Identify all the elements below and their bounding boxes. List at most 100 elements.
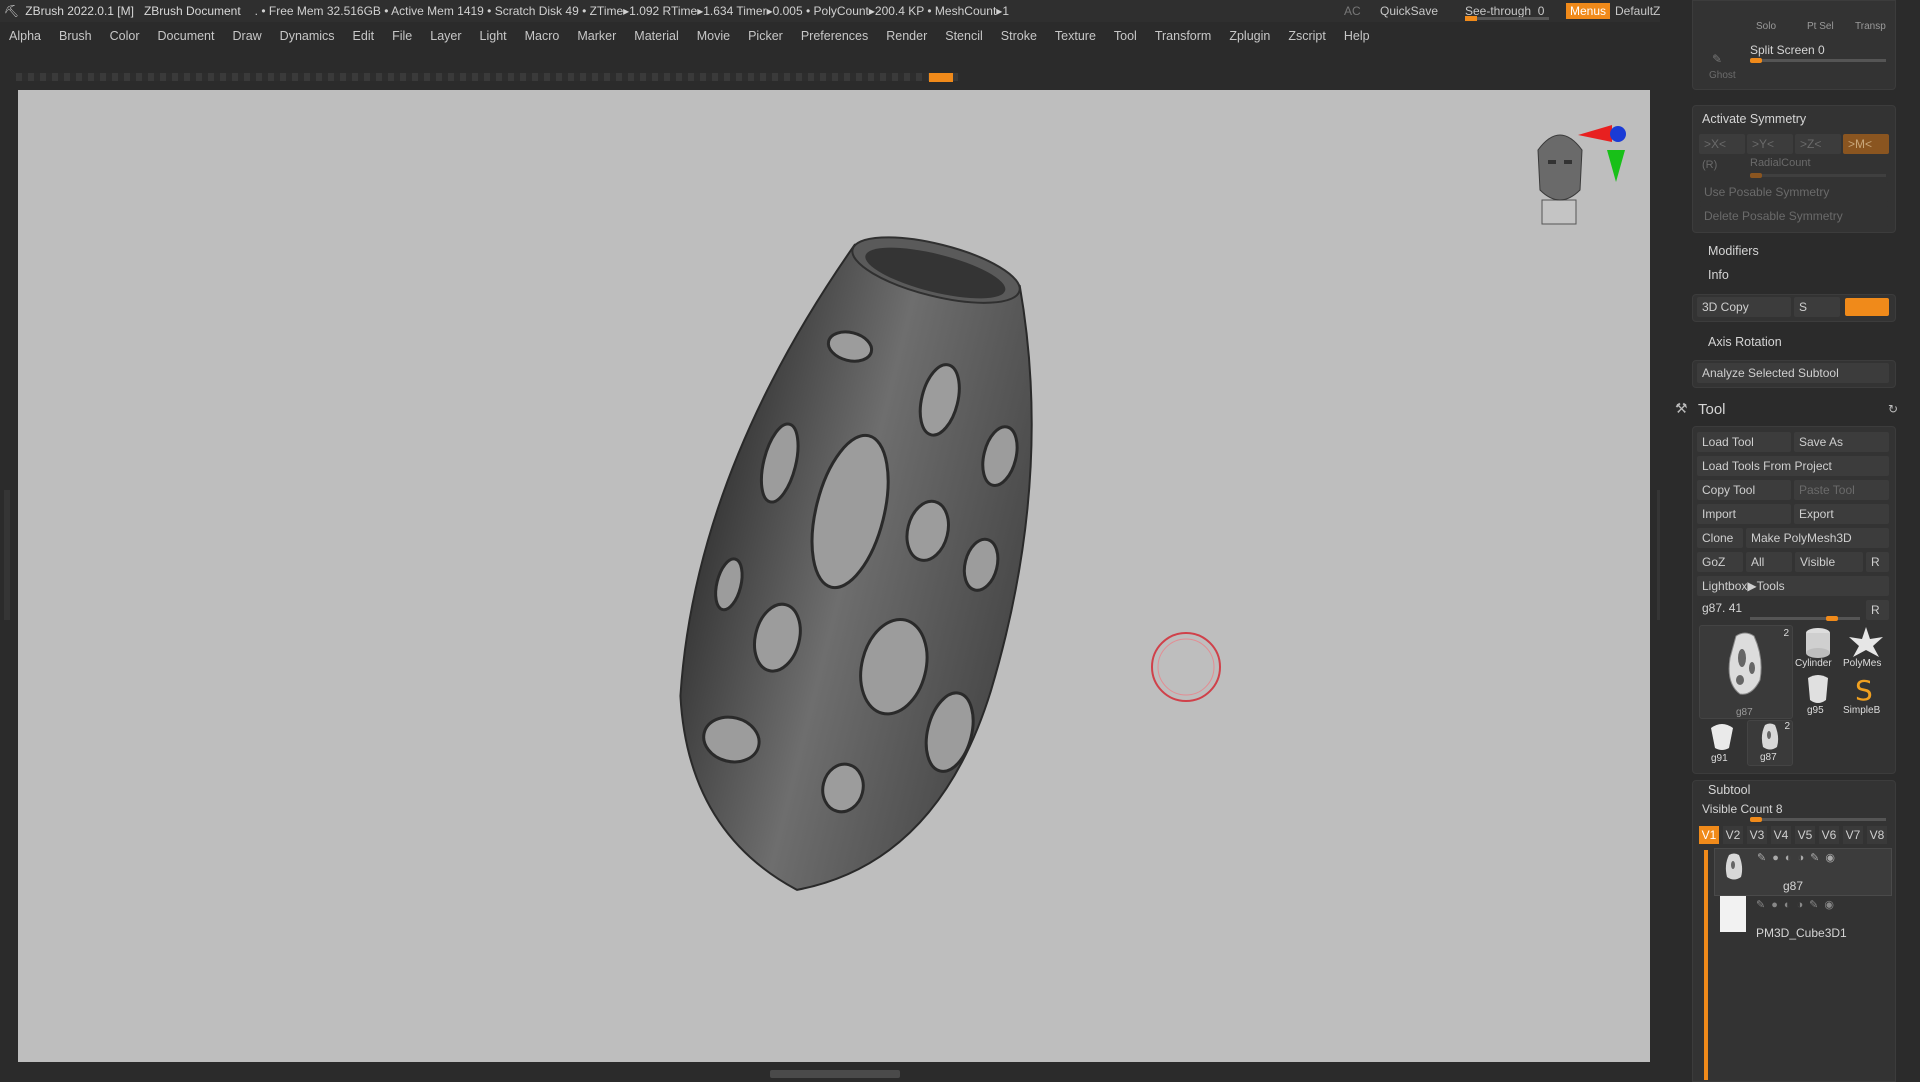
left-tray-handle[interactable] [4,490,10,620]
menu-draw[interactable]: Draw [224,29,271,43]
see-through-slider[interactable]: See-through 0 [1465,0,1555,22]
menu-picker[interactable]: Picker [739,29,792,43]
solo-button[interactable]: Solo [1756,21,1776,32]
goz-button[interactable]: GoZ [1697,552,1743,572]
menu-render[interactable]: Render [877,29,936,43]
menu-texture[interactable]: Texture [1046,29,1105,43]
3d-viewport-canvas[interactable] [18,90,1650,1062]
tool-thumb-polymesh[interactable]: PolyMes [1843,625,1893,671]
export-button[interactable]: Export [1794,504,1889,524]
menus-toggle[interactable]: Menus [1566,0,1611,22]
menu-dynamics[interactable]: Dynamics [271,29,344,43]
modifiers-section[interactable]: Modifiers [1708,244,1759,258]
subtool-tab-v7[interactable]: V7 [1843,826,1863,844]
menu-movie[interactable]: Movie [688,29,739,43]
quicksave-button[interactable]: QuickSave [1380,0,1438,22]
tool-palette-title[interactable]: Tool [1698,401,1726,418]
menu-brush[interactable]: Brush [50,29,101,43]
sym-z-button[interactable]: >Z< [1795,134,1841,154]
menu-macro[interactable]: Macro [516,29,569,43]
navigation-gizmo[interactable] [1508,110,1648,250]
menu-zscript[interactable]: Zscript [1279,29,1335,43]
bottom-tray-handle[interactable] [770,1070,900,1078]
menu-edit[interactable]: Edit [344,29,384,43]
import-button[interactable]: Import [1697,504,1791,524]
ac-indicator[interactable]: AC [1344,0,1361,22]
lightbox-tools-button[interactable]: Lightbox▶Tools [1697,576,1889,596]
sculpt-model[interactable] [18,90,1650,1062]
menu-stencil[interactable]: Stencil [936,29,992,43]
tool-thumb-cylinder[interactable]: Cylinder [1795,625,1841,671]
subtool-tab-v3[interactable]: V3 [1747,826,1767,844]
tool-thumb-g87-main[interactable]: 2 g87 [1699,625,1793,719]
load-tools-from-project-button[interactable]: Load Tools From Project [1697,456,1889,476]
subtool-tab-v1[interactable]: V1 [1699,826,1719,844]
menu-tool[interactable]: Tool [1105,29,1146,43]
menu-zplugin[interactable]: Zplugin [1220,29,1279,43]
tool-thumb-g91[interactable]: g91 [1699,720,1745,766]
sym-x-button[interactable]: >X< [1699,134,1745,154]
menu-marker[interactable]: Marker [568,29,625,43]
copy-3d-value-field[interactable] [1845,298,1889,316]
current-tool-slider[interactable]: g87. 41 [1702,601,1742,615]
load-tool-button[interactable]: Load Tool [1697,432,1791,452]
copy-3d-s-button[interactable]: S [1794,297,1840,317]
goz-visible-button[interactable]: Visible [1795,552,1863,572]
subtool-tab-v2[interactable]: V2 [1723,826,1743,844]
subtool-item-g87[interactable]: ✎●◐◑✎◉ g87 [1714,848,1892,896]
ghost-button[interactable]: Ghost [1709,70,1736,81]
sym-m-button[interactable]: >M< [1843,134,1889,154]
info-section[interactable]: Info [1708,268,1729,282]
menu-stroke[interactable]: Stroke [992,29,1046,43]
split-screen-slider[interactable]: Split Screen 0 [1750,43,1825,57]
radial-count-slider[interactable]: RadialCount [1750,157,1811,169]
menu-file[interactable]: File [383,29,421,43]
menu-preferences[interactable]: Preferences [792,29,877,43]
subtool-item-pm3d-cube[interactable]: ✎●◐◑✎◉ PM3D_Cube3D1 [1714,896,1890,942]
clone-button[interactable]: Clone [1697,528,1743,548]
sym-y-button[interactable]: >Y< [1747,134,1793,154]
menu-alpha[interactable]: Alpha [0,29,50,43]
menu-help[interactable]: Help [1335,29,1379,43]
tool-thumb-g95[interactable]: g95 [1795,672,1841,718]
copy-tool-button[interactable]: Copy Tool [1697,480,1791,500]
subtool-tab-v8[interactable]: V8 [1867,826,1887,844]
menu-document[interactable]: Document [149,29,224,43]
axis-rotation-section[interactable]: Axis Rotation [1708,335,1782,349]
menu-color[interactable]: Color [101,29,149,43]
save-as-button[interactable]: Save As [1794,432,1889,452]
menu-material[interactable]: Material [625,29,687,43]
tool-r-button[interactable]: R [1866,600,1889,620]
subtool-toggle-icons[interactable]: ✎●◐◑✎◉ [1756,898,1840,911]
visible-count-slider[interactable]: Visible Count 8 [1702,802,1783,816]
activate-symmetry-button[interactable]: Activate Symmetry [1702,112,1806,126]
subtool-toggle-icons[interactable]: ✎●◐◑✎◉ [1757,851,1841,864]
use-posable-symmetry-button[interactable]: Use Posable Symmetry [1699,182,1889,202]
refresh-icon[interactable]: ↻ [1888,402,1898,416]
copy-3d-button[interactable]: 3D Copy [1697,297,1791,317]
radial-r-toggle[interactable]: (R) [1702,159,1717,171]
goz-all-button[interactable]: All [1746,552,1792,572]
menu-layer[interactable]: Layer [421,29,470,43]
current-tool-track[interactable] [1750,616,1860,621]
subtool-tab-v5[interactable]: V5 [1795,826,1815,844]
paste-tool-button[interactable]: Paste Tool [1794,480,1889,500]
subtool-scrollbar[interactable] [1704,850,1708,1080]
timeline-marker[interactable] [929,73,953,82]
menu-light[interactable]: Light [471,29,516,43]
radial-count-track[interactable] [1750,173,1886,178]
tool-thumb-simplebrush[interactable]: S SimpleB [1843,672,1893,718]
analyze-selected-subtool-button[interactable]: Analyze Selected Subtool [1697,363,1889,383]
goz-r-button[interactable]: R [1866,552,1889,572]
subtool-tab-v6[interactable]: V6 [1819,826,1839,844]
subtool-tab-v4[interactable]: V4 [1771,826,1791,844]
split-screen-track[interactable] [1750,58,1886,63]
delete-posable-symmetry-button[interactable]: Delete Posable Symmetry [1699,206,1889,226]
menu-transform[interactable]: Transform [1146,29,1221,43]
tool-thumb-g87-small[interactable]: 2 g87 [1747,720,1793,766]
transparency-button[interactable]: Transp [1855,21,1886,32]
point-select-button[interactable]: Pt Sel [1807,21,1834,32]
subtool-title[interactable]: Subtool [1708,783,1750,797]
make-polymesh3d-button[interactable]: Make PolyMesh3D [1746,528,1889,548]
visible-count-track[interactable] [1750,817,1886,822]
